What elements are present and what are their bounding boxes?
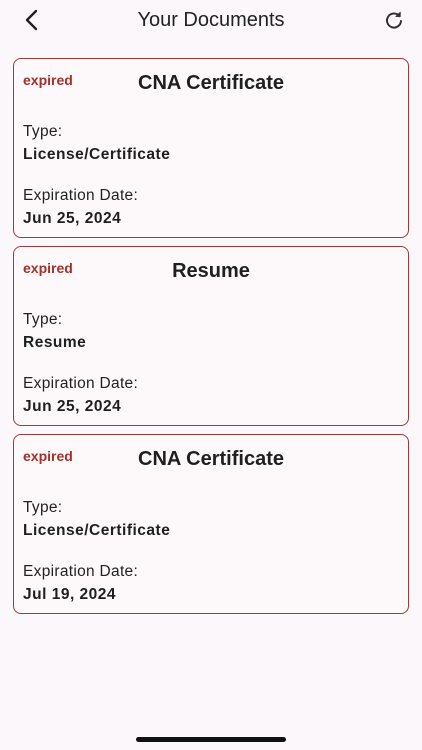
type-label: Type: bbox=[23, 499, 63, 516]
expiration-value: Jun 25, 2024 bbox=[23, 398, 122, 415]
document-card[interactable]: expired CNA Certificate Type: License/Ce… bbox=[13, 58, 409, 238]
document-title: Resume bbox=[172, 260, 250, 282]
top-bar: Your Documents bbox=[0, 0, 422, 44]
document-title: CNA Certificate bbox=[138, 448, 284, 470]
type-value: Resume bbox=[23, 334, 87, 351]
document-title: CNA Certificate bbox=[138, 72, 284, 94]
type-label: Type: bbox=[23, 311, 63, 328]
refresh-icon bbox=[386, 11, 402, 29]
expiration-value: Jun 25, 2024 bbox=[23, 210, 122, 227]
expiration-label: Expiration Date: bbox=[23, 375, 139, 392]
home-indicator[interactable] bbox=[136, 737, 286, 742]
expiration-value: Jul 19, 2024 bbox=[23, 586, 117, 603]
expiration-label: Expiration Date: bbox=[23, 187, 139, 204]
type-label: Type: bbox=[23, 123, 63, 140]
type-value: License/Certificate bbox=[23, 146, 171, 163]
refresh-button[interactable] bbox=[380, 6, 408, 34]
document-list: expired CNA Certificate Type: License/Ce… bbox=[13, 58, 409, 622]
page-title: Your Documents bbox=[137, 9, 285, 31]
document-card[interactable]: expired CNA Certificate Type: License/Ce… bbox=[13, 434, 409, 614]
type-value: License/Certificate bbox=[23, 522, 171, 539]
expiration-label: Expiration Date: bbox=[23, 563, 139, 580]
document-card[interactable]: expired Resume Type: Resume Expiration D… bbox=[13, 246, 409, 426]
